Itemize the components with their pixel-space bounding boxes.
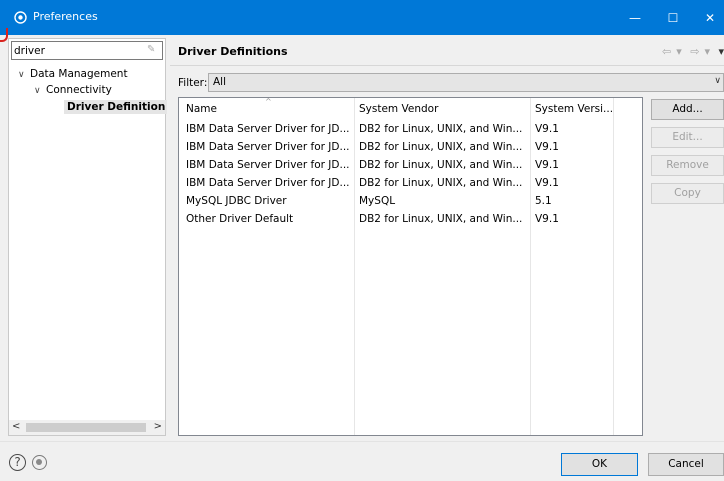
cell-vendor: DB2 for Linux, UNIX, and Win... [359, 159, 523, 171]
cell-vendor: MySQL [359, 195, 396, 207]
sort-ascending-icon: ^ [265, 97, 272, 106]
filter-dropdown[interactable]: All ∨ [208, 73, 724, 92]
edit-button[interactable]: Edit... [651, 127, 724, 148]
page-title: Driver Definitions [178, 45, 288, 58]
minimize-button[interactable]: — [618, 0, 652, 35]
column-header-vendor[interactable]: System Vendor [359, 103, 438, 115]
view-menu-icon[interactable]: ▾ [718, 45, 724, 58]
cell-version: V9.1 [535, 213, 559, 225]
cell-name: IBM Data Server Driver for JD... [186, 159, 350, 171]
preferences-gear-icon [14, 11, 27, 24]
cancel-button[interactable]: Cancel [648, 453, 724, 476]
preferences-window: Preferences — ☐ ✕ ✎ ∨Data Management ∨Co… [0, 0, 724, 481]
filter-search-box: ✎ [11, 41, 163, 60]
scroll-left-icon[interactable]: < [12, 421, 20, 432]
filter-label: Filter: [178, 77, 208, 89]
search-input[interactable] [14, 43, 144, 58]
tree-item-driver-definitions[interactable]: Driver Definition [64, 100, 167, 114]
horizontal-scrollbar[interactable]: < > [9, 420, 165, 435]
preferences-tree-pane: ✎ ∨Data Management ∨Connectivity Driver … [8, 38, 167, 436]
cell-name: IBM Data Server Driver for JD... [186, 177, 350, 189]
tree-item-label: Data Management [30, 68, 128, 80]
clear-search-icon[interactable]: ✎ [147, 44, 158, 56]
tree-item-connectivity[interactable]: ∨ Connectivity [34, 84, 112, 96]
expand-chevron-icon[interactable]: ∨ [34, 86, 46, 96]
cell-version: 5.1 [535, 195, 552, 207]
cell-version: V9.1 [535, 141, 559, 153]
cell-vendor: DB2 for Linux, UNIX, and Win... [359, 123, 523, 135]
table-row[interactable]: IBM Data Server Driver for JD... DB2 for… [179, 158, 614, 175]
chevron-down-icon: ∨ [714, 76, 721, 86]
table-row[interactable]: Other Driver Default DB2 for Linux, UNIX… [179, 212, 614, 229]
copy-button[interactable]: Copy [651, 183, 724, 204]
help-icon[interactable]: ? [9, 454, 26, 471]
cell-version: V9.1 [535, 159, 559, 171]
ok-button[interactable]: OK [561, 453, 638, 476]
back-dropdown-icon[interactable]: ▾ [676, 45, 682, 58]
table-row[interactable]: MySQL JDBC Driver MySQL 5.1 [179, 194, 614, 211]
column-header-version[interactable]: System Versi... [535, 103, 613, 115]
remove-button[interactable]: Remove [651, 155, 724, 176]
cell-name: Other Driver Default [186, 213, 294, 225]
tree-item-label: Connectivity [46, 84, 112, 96]
close-button[interactable]: ✕ [693, 0, 724, 35]
cell-name: MySQL JDBC Driver [186, 195, 287, 207]
maximize-button[interactable]: ☐ [656, 0, 690, 35]
table-row[interactable]: IBM Data Server Driver for JD... DB2 for… [179, 122, 614, 139]
cell-version: V9.1 [535, 123, 559, 135]
scrollbar-thumb[interactable] [26, 423, 146, 432]
filter-selected-value: All [213, 76, 227, 88]
table-row[interactable]: IBM Data Server Driver for JD... DB2 for… [179, 176, 614, 193]
tree-item-data-management[interactable]: ∨ Data Management [18, 68, 128, 80]
window-title: Preferences [33, 10, 98, 23]
cell-version: V9.1 [535, 177, 559, 189]
footer-divider [0, 441, 724, 442]
table-row[interactable]: IBM Data Server Driver for JD... DB2 for… [179, 140, 614, 157]
back-arrow-icon[interactable]: ⇦ [662, 45, 671, 58]
add-button[interactable]: Add... [651, 99, 724, 120]
history-navigation: ⇦ ▾ ⇨ ▾ ▾ [657, 45, 724, 58]
page-header: Driver Definitions ⇦ ▾ ⇨ ▾ ▾ [170, 38, 724, 66]
record-macro-icon[interactable] [32, 455, 47, 470]
forward-dropdown-icon[interactable]: ▾ [704, 45, 710, 58]
expand-chevron-icon[interactable]: ∨ [18, 70, 30, 80]
title-bar: Preferences — ☐ ✕ [0, 0, 724, 35]
cell-name: IBM Data Server Driver for JD... [186, 123, 350, 135]
forward-arrow-icon[interactable]: ⇨ [690, 45, 699, 58]
cell-vendor: DB2 for Linux, UNIX, and Win... [359, 177, 523, 189]
driver-definitions-table: Name ^ System Vendor System Versi... IBM… [178, 97, 643, 436]
cell-name: IBM Data Server Driver for JD... [186, 141, 350, 153]
scroll-right-icon[interactable]: > [154, 421, 162, 432]
corner-annotation-mark [0, 28, 8, 42]
cell-vendor: DB2 for Linux, UNIX, and Win... [359, 213, 523, 225]
cell-vendor: DB2 for Linux, UNIX, and Win... [359, 141, 523, 153]
column-header-name[interactable]: Name [186, 103, 217, 115]
